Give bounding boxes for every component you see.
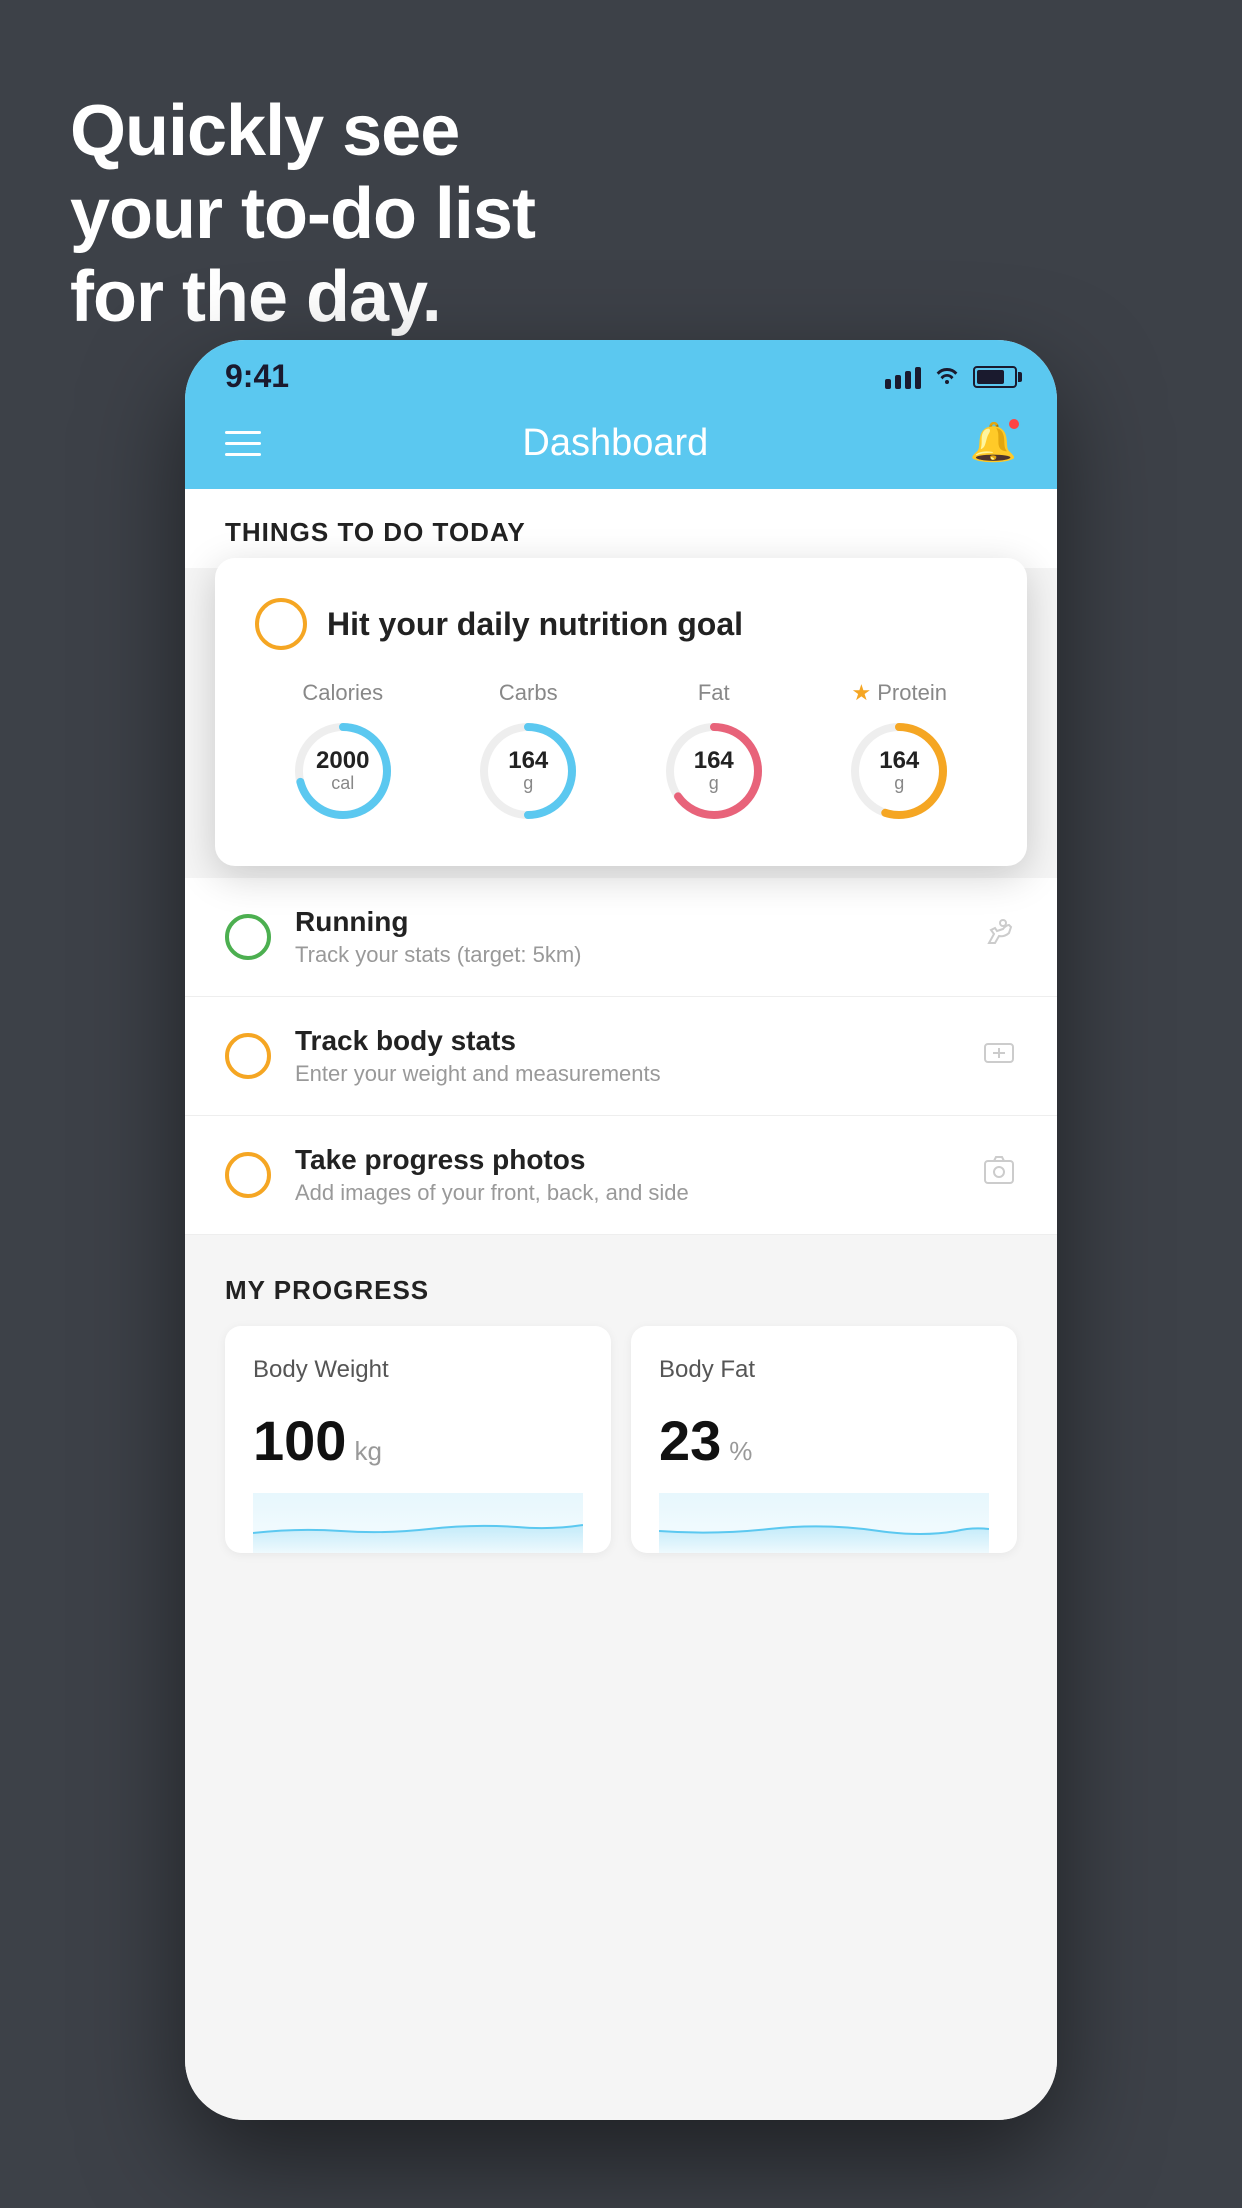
progress-section: MY PROGRESS Body Weight 100 kg	[185, 1275, 1057, 1553]
calories-label: Calories	[302, 680, 383, 706]
body-stats-icon	[981, 1034, 1017, 1079]
hamburger-menu[interactable]	[225, 431, 261, 456]
nutrition-columns: Calories 2000 cal Carbs	[255, 680, 987, 826]
carbs-unit: g	[508, 774, 548, 794]
headline-line1: Quickly see	[70, 91, 459, 171]
fat-column: Fat 164 g	[659, 680, 769, 826]
headline: Quickly see your to-do list for the day.	[70, 90, 535, 338]
body-weight-value: 100	[253, 1408, 346, 1473]
carbs-label: Carbs	[499, 680, 558, 706]
calories-unit: cal	[316, 774, 369, 794]
protein-column: ★ Protein 164 g	[844, 680, 954, 826]
todo-item-body-stats[interactable]: Track body stats Enter your weight and m…	[185, 997, 1057, 1116]
status-bar: 9:41	[185, 340, 1057, 405]
photos-text: Take progress photos Add images of your …	[295, 1144, 957, 1206]
body-weight-value-row: 100 kg	[253, 1408, 583, 1473]
notification-dot	[1007, 417, 1021, 431]
photos-desc: Add images of your front, back, and side	[295, 1180, 957, 1206]
carbs-value: 164	[508, 748, 548, 774]
running-circle	[225, 914, 271, 960]
nav-title: Dashboard	[522, 422, 708, 465]
carbs-donut: 164 g	[473, 716, 583, 826]
running-name: Running	[295, 906, 957, 938]
body-stats-desc: Enter your weight and measurements	[295, 1061, 957, 1087]
calories-donut: 2000 cal	[288, 716, 398, 826]
nav-bar: Dashboard 🔔	[185, 405, 1057, 489]
featured-nutrition-card[interactable]: Hit your daily nutrition goal Calories 2…	[215, 558, 1027, 866]
body-weight-card[interactable]: Body Weight 100 kg	[225, 1326, 611, 1553]
body-fat-unit: %	[729, 1436, 752, 1467]
notification-bell-icon[interactable]: 🔔	[970, 421, 1017, 465]
battery-icon	[973, 366, 1017, 388]
wifi-icon	[933, 362, 961, 391]
body-stats-text: Track body stats Enter your weight and m…	[295, 1025, 957, 1087]
todo-item-running[interactable]: Running Track your stats (target: 5km)	[185, 878, 1057, 997]
body-weight-unit: kg	[354, 1436, 381, 1467]
status-time: 9:41	[225, 358, 289, 395]
calories-value: 2000	[316, 748, 369, 774]
protein-value: 164	[879, 748, 919, 774]
nutrition-circle-check	[255, 598, 307, 650]
body-fat-value-row: 23 %	[659, 1408, 989, 1473]
progress-cards: Body Weight 100 kg	[225, 1326, 1017, 1553]
status-icons	[885, 362, 1017, 391]
headline-line2: your to-do list	[70, 174, 535, 254]
fat-donut: 164 g	[659, 716, 769, 826]
fat-value: 164	[694, 748, 734, 774]
protein-star-icon: ★	[852, 680, 872, 706]
body-stats-name: Track body stats	[295, 1025, 957, 1057]
calories-column: Calories 2000 cal	[288, 680, 398, 826]
signal-icon	[885, 365, 921, 389]
body-fat-value: 23	[659, 1408, 721, 1473]
things-to-do-title: THINGS TO DO TODAY	[225, 517, 526, 547]
running-desc: Track your stats (target: 5km)	[295, 942, 957, 968]
photos-name: Take progress photos	[295, 1144, 957, 1176]
protein-unit: g	[879, 774, 919, 794]
carbs-column: Carbs 164 g	[473, 680, 583, 826]
progress-section-title: MY PROGRESS	[225, 1275, 1017, 1306]
nutrition-card-title: Hit your daily nutrition goal	[327, 606, 743, 643]
photos-icon	[981, 1153, 1017, 1198]
running-text: Running Track your stats (target: 5km)	[295, 906, 957, 968]
body-weight-card-title: Body Weight	[253, 1356, 583, 1384]
body-stats-circle	[225, 1033, 271, 1079]
app-content: THINGS TO DO TODAY Hit your daily nutrit…	[185, 489, 1057, 2120]
battery-fill	[977, 370, 1004, 384]
running-icon	[981, 915, 1017, 960]
protein-donut: 164 g	[844, 716, 954, 826]
phone-mockup: 9:41 Dashboard 🔔	[185, 340, 1057, 2120]
protein-label: ★ Protein	[852, 680, 947, 706]
photos-circle	[225, 1152, 271, 1198]
things-to-do-section: THINGS TO DO TODAY	[185, 489, 1057, 568]
card-title-row: Hit your daily nutrition goal	[255, 598, 987, 650]
fat-unit: g	[694, 774, 734, 794]
body-weight-chart	[253, 1493, 583, 1553]
headline-line3: for the day.	[70, 257, 441, 337]
fat-label: Fat	[698, 680, 730, 706]
body-fat-card-title: Body Fat	[659, 1356, 989, 1384]
todo-item-progress-photos[interactable]: Take progress photos Add images of your …	[185, 1116, 1057, 1235]
body-fat-card[interactable]: Body Fat 23 %	[631, 1326, 1017, 1553]
body-fat-chart	[659, 1493, 989, 1553]
todo-list: Running Track your stats (target: 5km) T…	[185, 878, 1057, 1235]
